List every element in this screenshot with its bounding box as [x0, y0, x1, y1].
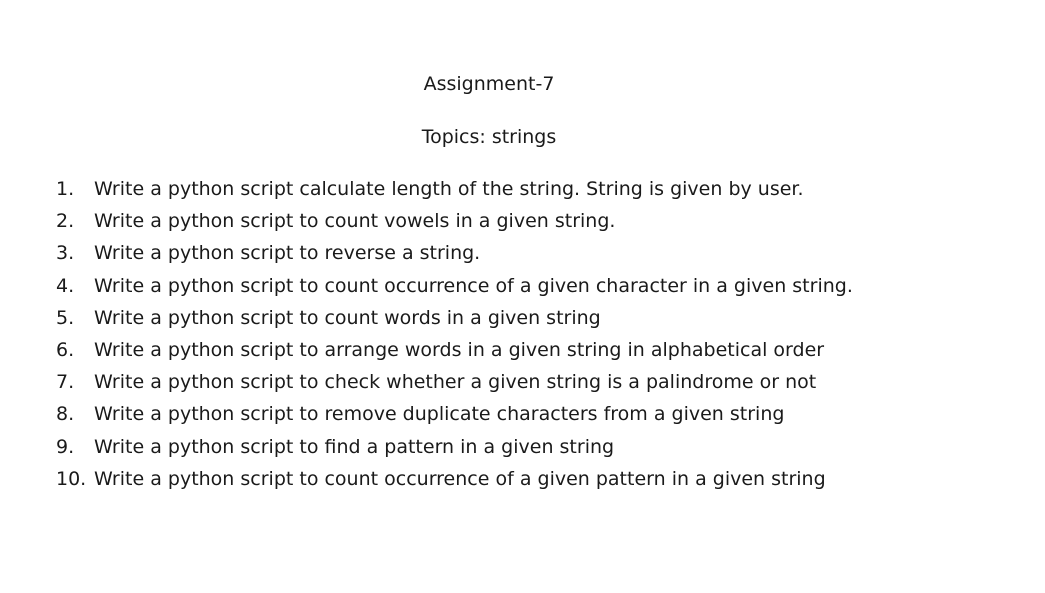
- list-item-number: 9.: [56, 435, 75, 458]
- document-page: Assignment-7 Topics: strings 1. Write a …: [0, 0, 1045, 593]
- list-item-text: Write a python script to count occurrenc…: [94, 274, 853, 297]
- list-item-number: 5.: [56, 306, 75, 329]
- list-item-number: 4.: [56, 274, 75, 297]
- list-item-number: 7.: [56, 371, 75, 394]
- list-item-text: Write a python script calculate length o…: [94, 178, 804, 200]
- list-item-text: Write a python script to count occurrenc…: [94, 467, 826, 490]
- document-subtitle: Topics: strings: [421, 126, 557, 148]
- list-item-text: Write a python script to check whether a…: [94, 371, 817, 394]
- list-item-text: Write a python script to count vowels in…: [94, 210, 616, 233]
- list-item-text: Write a python script to count words in …: [94, 306, 601, 329]
- document-title: Assignment-7: [423, 73, 555, 95]
- list-item-number: 3.: [56, 242, 75, 265]
- list-item-number: 8.: [56, 403, 75, 426]
- list-item-text: Write a python script to reverse a strin…: [94, 242, 481, 265]
- list-item-number: 6.: [56, 338, 75, 361]
- list-item-text: Write a python script to arrange words i…: [94, 338, 825, 361]
- list-item-text: Write a python script to find a pattern …: [94, 435, 615, 458]
- list-item-number: 1.: [56, 178, 75, 200]
- list-item-number: 10.: [56, 467, 87, 490]
- list-item-text: Write a python script to remove duplicat…: [94, 403, 785, 426]
- list-item-number: 2.: [56, 210, 75, 233]
